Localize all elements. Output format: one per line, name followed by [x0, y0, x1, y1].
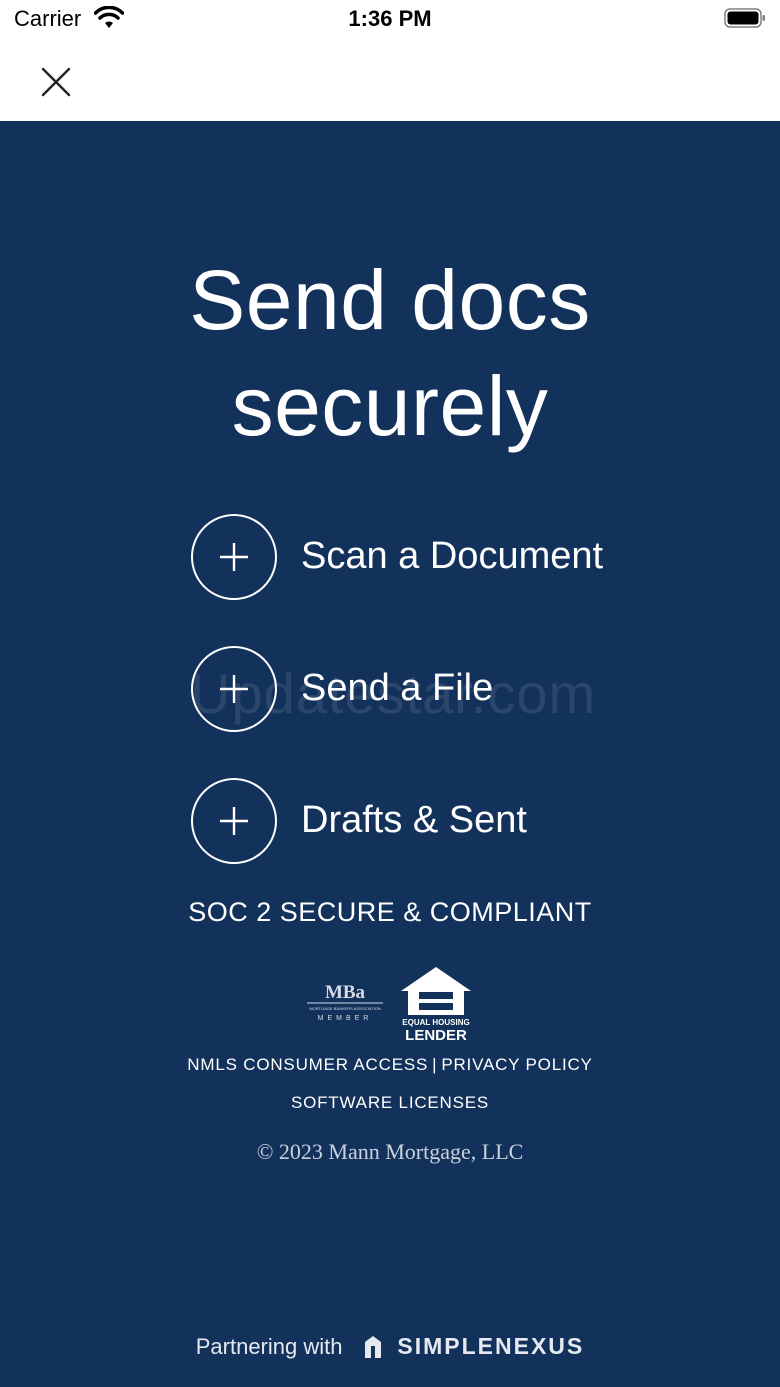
close-icon	[41, 67, 71, 97]
send-file-button[interactable]: Send a File	[191, 646, 631, 732]
scan-document-button[interactable]: Scan a Document	[191, 514, 631, 600]
main-panel: Send docs securely Updatestar.com Scan a…	[0, 121, 780, 1387]
drafts-sent-button[interactable]: Drafts & Sent	[191, 778, 631, 864]
page-title: Send docs securely	[0, 247, 780, 459]
software-licenses-link[interactable]: SOFTWARE LICENSES	[291, 1093, 489, 1112]
partner-branding: Partnering with SIMPLENEXUS	[0, 1333, 780, 1369]
mba-member-logo: MBa MORTGAGE BANKERS ASSOCIATION MEMBER	[307, 982, 383, 1022]
equal-housing-lender-logo: EQUAL HOUSING LENDER	[401, 967, 471, 1043]
plus-circle	[191, 646, 277, 732]
plus-icon	[220, 675, 248, 703]
ehl-line1: EQUAL HOUSING	[402, 1018, 469, 1027]
close-button[interactable]	[34, 60, 78, 104]
partner-brand: SIMPLENEXUS	[397, 1333, 585, 1359]
plus-circle	[191, 514, 277, 600]
plus-circle	[191, 778, 277, 864]
link-separator: |	[432, 1055, 438, 1074]
copyright-text: © 2023 Mann Mortgage, LLC	[256, 1139, 524, 1164]
page-title-line1: Send docs	[189, 253, 591, 347]
battery-icon	[724, 8, 765, 28]
drafts-sent-label: Drafts & Sent	[301, 799, 527, 841]
scan-document-label: Scan a Document	[301, 535, 604, 577]
ehl-line2: LENDER	[405, 1027, 467, 1043]
mba-logo-text: MBa	[325, 982, 366, 1003]
partner-prefix: Partnering with	[195, 1333, 343, 1359]
plus-icon	[220, 807, 248, 835]
footer-links: NMLS CONSUMER ACCESS | PRIVACY POLICY	[0, 1055, 780, 1075]
clock: 1:36 PM	[348, 6, 432, 31]
privacy-policy-link[interactable]: PRIVACY POLICY	[441, 1055, 592, 1074]
mba-logo-subtext: MORTGAGE BANKERS ASSOCIATION	[309, 1006, 381, 1011]
soc-compliance-text: SOC 2 SECURE & COMPLIANT	[188, 897, 592, 927]
certification-logos: MBa MORTGAGE BANKERS ASSOCIATION MEMBER …	[305, 963, 480, 1043]
simplenexus-logo-icon	[364, 1335, 381, 1358]
send-file-label: Send a File	[301, 667, 494, 709]
mba-member-text: MEMBER	[318, 1015, 373, 1022]
plus-icon	[220, 543, 248, 571]
nmls-consumer-access-link[interactable]: NMLS CONSUMER ACCESS	[187, 1055, 428, 1074]
page-title-line2: securely	[231, 359, 549, 453]
software-licenses-row: SOFTWARE LICENSES	[0, 1093, 780, 1113]
nav-bar	[0, 40, 780, 121]
status-bar: Carrier 1:36 PM	[0, 0, 780, 40]
